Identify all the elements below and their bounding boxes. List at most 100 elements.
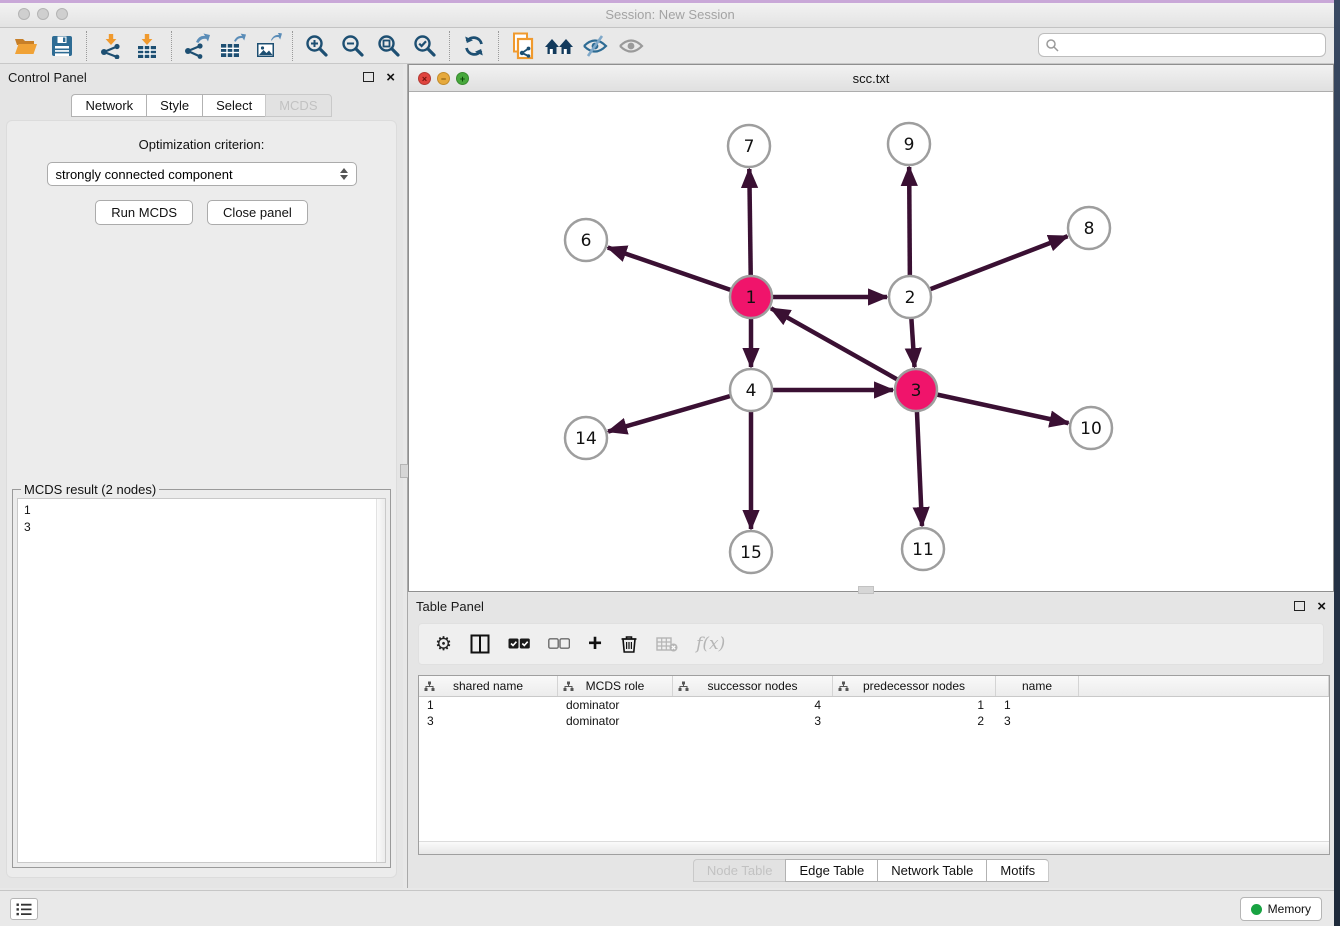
table-settings-icon[interactable]: ⚙	[435, 635, 452, 654]
dropdown-stepper-icon	[340, 168, 348, 180]
svg-text:2: 2	[905, 288, 916, 308]
graph-edge-3-10[interactable]	[916, 390, 1069, 423]
graph-node-7[interactable]: 7	[728, 125, 770, 167]
tab-select[interactable]: Select	[202, 94, 265, 117]
export-network-icon[interactable]	[178, 30, 214, 62]
cell-successor-nodes: 4	[673, 697, 833, 713]
export-image-icon[interactable]	[250, 30, 286, 62]
function-builder-icon[interactable]: f(x)	[696, 634, 725, 654]
criterion-dropdown[interactable]: strongly connected component	[47, 162, 357, 186]
network-window-titlebar[interactable]: × − + scc.txt	[409, 65, 1333, 92]
search-input[interactable]	[1064, 38, 1319, 52]
graph-node-8[interactable]: 8	[1068, 207, 1110, 249]
table-horizontal-scrollbar[interactable]	[419, 841, 1329, 854]
result-line: 3	[24, 519, 379, 536]
cell-mcds-role: dominator	[558, 697, 673, 713]
graph-node-11[interactable]: 11	[902, 528, 944, 570]
cell-shared-name: 3	[419, 713, 558, 729]
close-table-panel-icon[interactable]: ×	[1317, 599, 1326, 614]
tab-network-table[interactable]: Network Table	[877, 859, 986, 882]
select-all-checks-icon[interactable]	[508, 638, 530, 650]
import-network-icon[interactable]	[93, 30, 129, 62]
zoom-selected-icon[interactable]	[407, 30, 443, 62]
column-layout-icon[interactable]	[470, 634, 490, 654]
status-bar: Memory	[0, 890, 1340, 926]
horizontal-splitter-grip[interactable]	[858, 586, 874, 594]
column-header-shared-name[interactable]: shared name	[419, 676, 558, 696]
tab-edge-table[interactable]: Edge Table	[785, 859, 877, 882]
mcds-result-title: MCDS result (2 nodes)	[21, 482, 159, 497]
graph-edge-3-1[interactable]	[771, 308, 916, 390]
mcds-panel: Optimization criterion: strongly connect…	[6, 120, 397, 878]
svg-text:4: 4	[746, 381, 757, 401]
deselect-all-checks-icon[interactable]	[548, 638, 570, 650]
tab-node-table[interactable]: Node Table	[693, 859, 786, 882]
tab-mcds[interactable]: MCDS	[265, 94, 331, 117]
cell-successor-nodes: 3	[673, 713, 833, 729]
svg-text:14: 14	[575, 429, 597, 449]
graph-node-4[interactable]: 4	[730, 369, 772, 411]
hide-selected-icon[interactable]	[577, 30, 613, 62]
zoom-fit-icon[interactable]	[371, 30, 407, 62]
result-scrollbar[interactable]	[376, 499, 385, 862]
network-graph[interactable]: 7 9 6 8 1 2 4 3 14 10 15 11	[409, 92, 1333, 591]
column-header-mcds-role[interactable]: MCDS role	[558, 676, 673, 696]
sitemap-icon	[424, 681, 435, 692]
graph-node-3[interactable]: 3	[895, 369, 937, 411]
search-box[interactable]	[1038, 33, 1326, 57]
tab-style[interactable]: Style	[146, 94, 202, 117]
tab-network[interactable]: Network	[71, 94, 146, 117]
graph-edge-4-14[interactable]	[608, 390, 751, 432]
graph-node-10[interactable]: 10	[1070, 407, 1112, 449]
save-session-icon[interactable]	[44, 30, 80, 62]
graph-node-1[interactable]: 1	[730, 276, 772, 318]
refresh-icon[interactable]	[456, 30, 492, 62]
graph-node-6[interactable]: 6	[565, 219, 607, 261]
close-panel-button[interactable]: Close panel	[207, 200, 308, 225]
graph-node-15[interactable]: 15	[730, 531, 772, 573]
cell-name: 3	[996, 713, 1079, 729]
sitemap-icon	[563, 681, 574, 692]
column-header-name[interactable]: name	[996, 676, 1079, 696]
add-row-icon[interactable]: +	[588, 634, 602, 654]
graph-node-2[interactable]: 2	[889, 276, 931, 318]
criterion-value: strongly connected component	[56, 167, 340, 182]
float-panel-icon[interactable]	[363, 72, 374, 82]
delete-table-icon[interactable]	[656, 636, 678, 652]
graph-edge-1-6[interactable]	[608, 248, 751, 297]
zoom-in-icon[interactable]	[299, 30, 335, 62]
task-history-button[interactable]	[10, 898, 38, 920]
network-window-title: scc.txt	[409, 71, 1333, 86]
zoom-out-icon[interactable]	[335, 30, 371, 62]
new-network-from-selection-icon[interactable]	[505, 30, 541, 62]
sitemap-icon	[678, 681, 689, 692]
graph-node-9[interactable]: 9	[888, 123, 930, 165]
import-table-icon[interactable]	[129, 30, 165, 62]
cell-name: 1	[996, 697, 1079, 713]
svg-text:15: 15	[740, 543, 762, 563]
export-table-icon[interactable]	[214, 30, 250, 62]
graph-edge-2-8[interactable]	[910, 236, 1068, 297]
memory-button[interactable]: Memory	[1240, 897, 1322, 921]
float-table-panel-icon[interactable]	[1294, 601, 1305, 611]
column-header-filler	[1079, 676, 1329, 696]
main-toolbar	[0, 28, 1340, 64]
column-header-predecessor-nodes[interactable]: predecessor nodes	[833, 676, 996, 696]
mcds-result-text[interactable]: 1 3	[17, 498, 386, 863]
svg-text:6: 6	[581, 231, 592, 251]
open-file-icon[interactable]	[8, 30, 44, 62]
table-row[interactable]: 1 dominator 4 1 1	[419, 697, 1329, 713]
titlebar-accent-strip	[0, 0, 1340, 3]
optimization-criterion-label: Optimization criterion:	[7, 137, 396, 152]
close-panel-icon[interactable]: ×	[386, 70, 395, 85]
show-all-icon[interactable]	[613, 30, 649, 62]
delete-row-icon[interactable]	[620, 634, 638, 654]
column-header-successor-nodes[interactable]: successor nodes	[673, 676, 833, 696]
table-row[interactable]: 3 dominator 3 2 3	[419, 713, 1329, 729]
tab-motifs[interactable]: Motifs	[986, 859, 1049, 882]
first-neighbors-icon[interactable]	[541, 30, 577, 62]
table-toolbar: ⚙ + f(x)	[418, 623, 1324, 665]
graph-node-14[interactable]: 14	[565, 417, 607, 459]
node-table: shared name MCDS role successor nodes pr…	[418, 675, 1330, 855]
run-mcds-button[interactable]: Run MCDS	[95, 200, 193, 225]
